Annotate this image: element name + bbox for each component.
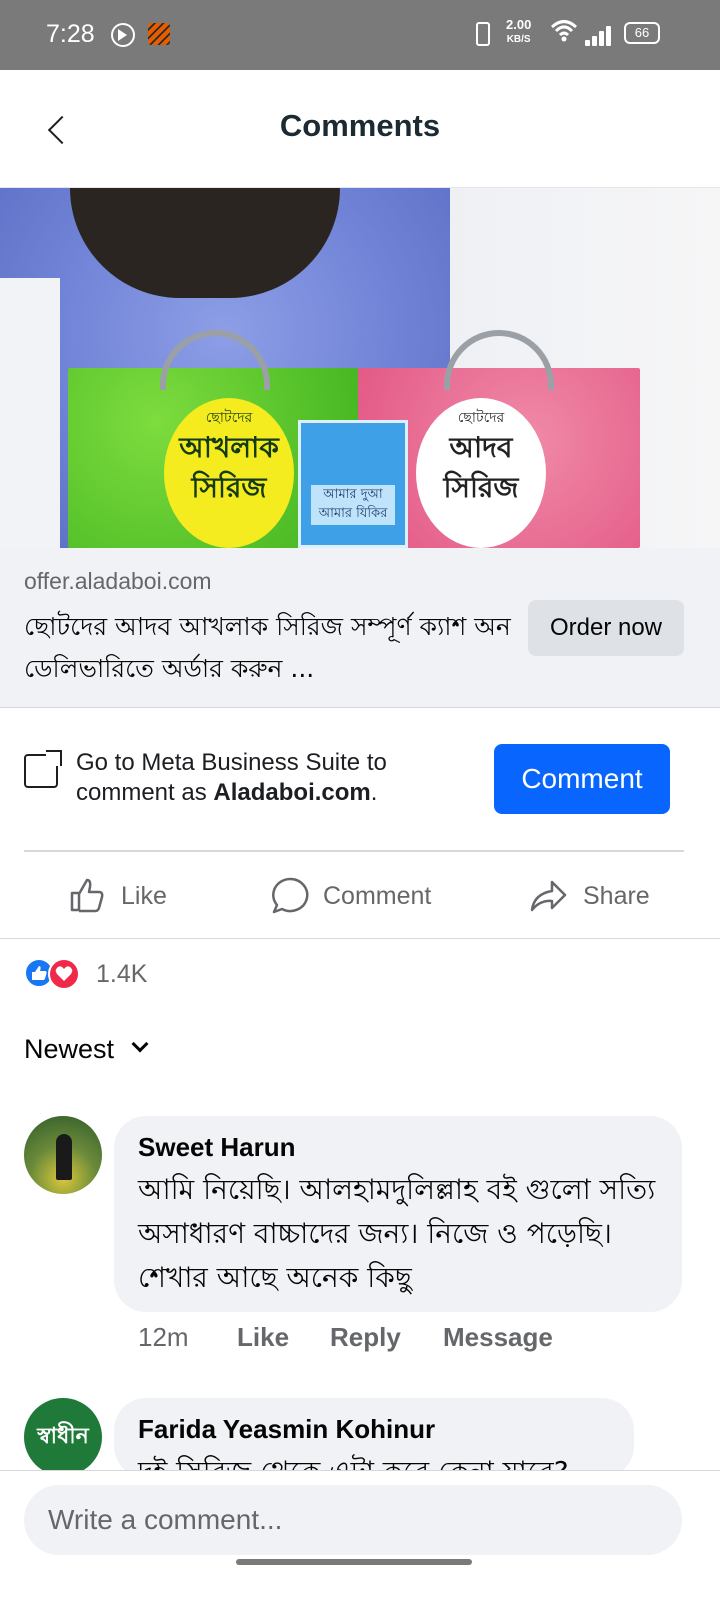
love-reaction-icon [48, 958, 80, 990]
comment-label: Comment [323, 882, 432, 910]
like-label: Like [121, 882, 167, 910]
business-suite-page-name: Aladaboi.com [213, 779, 371, 806]
app-notification-icon [148, 23, 170, 45]
comment-author[interactable]: Farida Yeasmin Kohinur [138, 1414, 435, 1445]
sort-dropdown[interactable]: Newest [24, 1034, 114, 1065]
dua-card-title-1: আমার দুআ [323, 487, 383, 502]
ad-domain: offer.aladaboi.com [24, 568, 212, 594]
badge-title-line2: সিরিজ [191, 471, 267, 504]
comment-message-label: Message [443, 1322, 553, 1352]
comment-text: আমি নিয়েছি। আলহামদুলিল্লাহ বই গুলো সত্য… [138, 1173, 656, 1294]
comment-bubble-icon [272, 877, 309, 914]
home-indicator[interactable] [236, 1559, 472, 1565]
comment-time: 12m [138, 1322, 189, 1352]
dua-book-card: আমার দুআ আমার যিকির [298, 420, 408, 548]
page-title: Comments [279, 108, 441, 143]
comment-reply-label: Reply [330, 1322, 401, 1352]
share-action[interactable]: Share [528, 872, 658, 922]
screen-record-icon [111, 23, 135, 47]
dua-card-label: আমার দুআ আমার যিকির [311, 485, 395, 525]
network-speed: 2.00 KB/S [506, 18, 531, 46]
avatar[interactable]: স্বাধীন [24, 1398, 102, 1476]
order-now-button[interactable]: Order now [528, 600, 684, 656]
ad-link-preview[interactable]: offer.aladaboi.com ছোটদের আদব আখলাক সিরি… [0, 548, 720, 708]
divider [24, 850, 684, 852]
badge-small-text: ছোটদের [205, 410, 253, 426]
badge-small-text: ছোটদের [457, 410, 505, 426]
chevron-down-icon[interactable] [131, 1035, 149, 1053]
vibrate-icon [476, 22, 490, 46]
battery-icon: 66 [624, 22, 660, 44]
dua-card-title-2: আমার যিকির [318, 506, 388, 521]
comment-like-label: Like [237, 1322, 290, 1352]
comment-reply-link[interactable]: Reply [330, 1322, 401, 1353]
badge-title-line1: আখলাক [179, 431, 279, 464]
network-speed-value: 2.00 [506, 17, 532, 32]
reaction-count: 1.4K [96, 960, 148, 988]
wifi-icon [550, 18, 578, 49]
status-bar: 7:28 2.00 KB/S 66 [0, 0, 720, 70]
comment-bubble[interactable]: Farida Yeasmin Kohinur দুই সিরিজ থেকে এট… [114, 1398, 634, 1488]
ad-image[interactable]: ছোটদের আখলাক সিরিজ ছোটদের আদব সিরিজ আমার… [0, 188, 720, 548]
write-comment-input[interactable] [24, 1485, 682, 1555]
business-suite-suffix: . [370, 779, 378, 806]
network-speed-unit: KB/S [506, 34, 531, 45]
avatar[interactable] [24, 1116, 102, 1194]
comment-composer [0, 1470, 720, 1600]
comments-header: Comments [0, 70, 720, 188]
status-time: 7:28 [46, 20, 95, 48]
external-link-icon [24, 750, 62, 788]
comment-message-link[interactable]: Message [443, 1322, 553, 1353]
adab-series-badge: ছোটদের আদব সিরিজ [416, 398, 546, 548]
share-label: Share [583, 882, 650, 910]
thumbs-up-icon [70, 878, 104, 913]
badge-title-line2: সিরিজ [443, 471, 519, 504]
comment-bubble[interactable]: Sweet Harun আমি নিয়েছি। আলহামদুলিল্লাহ … [114, 1116, 682, 1312]
comment-like-link[interactable]: Like [237, 1322, 289, 1353]
share-arrow-icon [530, 880, 567, 912]
comment-action[interactable]: Comment [270, 872, 450, 922]
ad-headline: ছোটদের আদব আখলাক সিরিজ সম্পূর্ণ ক্যাশ অন… [24, 612, 511, 683]
badge-title-line1: আদব [449, 431, 513, 464]
signal-icon [585, 24, 613, 46]
akhlak-series-badge: ছোটদের আখলাক সিরিজ [164, 398, 294, 548]
comment-author[interactable]: Sweet Harun [138, 1132, 296, 1163]
pink-bag-handle [444, 330, 554, 390]
divider [0, 938, 720, 939]
business-suite-prompt[interactable]: Go to Meta Business Suite to comment as … [76, 748, 436, 808]
like-action[interactable]: Like [68, 872, 208, 922]
comment-button[interactable]: Comment [494, 744, 670, 814]
